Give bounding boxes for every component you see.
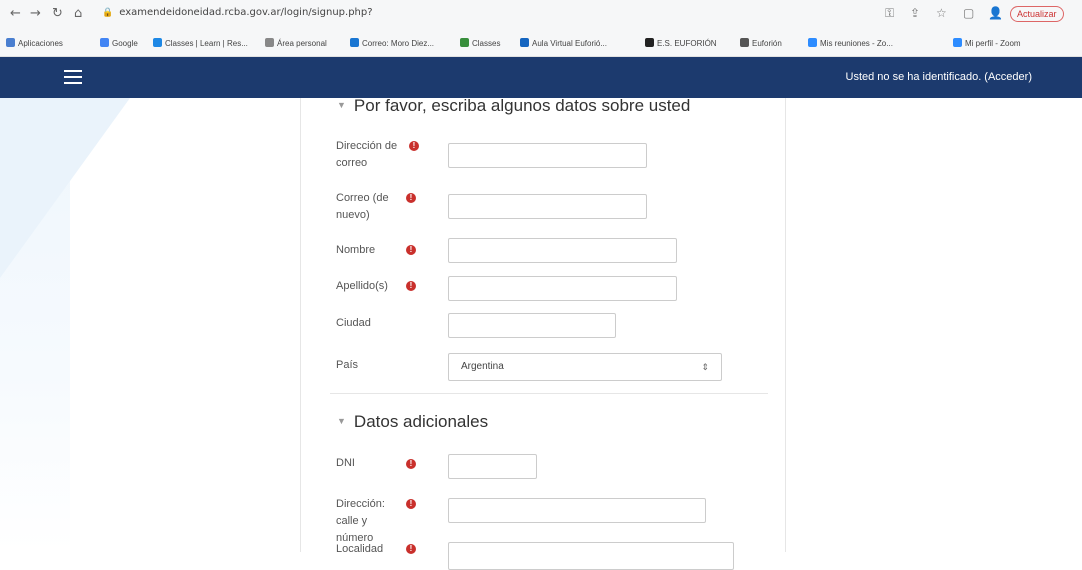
required-icon: ! bbox=[406, 499, 416, 509]
bookmarks-bar: Aplicaciones Google Classes | Learn | Re… bbox=[0, 28, 1082, 57]
back-icon[interactable]: ← bbox=[10, 6, 21, 21]
section-header-personal[interactable]: ▼ Por favor, escriba algunos datos sobre … bbox=[337, 96, 690, 116]
google-icon bbox=[100, 38, 109, 47]
zoom-icon bbox=[808, 38, 817, 47]
bookmark-item[interactable]: Euforión bbox=[740, 38, 782, 48]
classes-icon bbox=[153, 38, 162, 47]
section-header-additional[interactable]: ▼ Datos adicionales bbox=[337, 412, 488, 432]
nombre-field[interactable] bbox=[448, 238, 677, 263]
update-button[interactable]: Actualizar bbox=[1010, 6, 1064, 22]
bookmark-label: Área personal bbox=[277, 39, 327, 48]
classroom-icon bbox=[460, 38, 469, 47]
required-icon: ! bbox=[406, 459, 416, 469]
bookmark-item[interactable]: Mis reuniones - Zo... bbox=[808, 38, 893, 48]
dni-label: DNI bbox=[336, 457, 355, 469]
section-title: Datos adicionales bbox=[353, 412, 489, 431]
pais-value: Argentina bbox=[461, 361, 504, 372]
bookmark-item[interactable]: Correo: Moro Diez... bbox=[350, 38, 434, 48]
email2-label: Correo (de nuevo) bbox=[336, 192, 389, 221]
school-icon bbox=[645, 38, 654, 47]
ciudad-field[interactable] bbox=[448, 313, 616, 338]
bookmark-item[interactable]: Área personal bbox=[265, 38, 327, 48]
localidad-select[interactable] bbox=[448, 542, 734, 570]
section-title: Por favor, escriba algunos datos sobre u… bbox=[353, 96, 691, 115]
apps-icon bbox=[6, 38, 15, 47]
required-icon: ! bbox=[406, 245, 416, 255]
mail-icon bbox=[350, 38, 359, 47]
bookmark-item[interactable]: Classes | Learn | Res... bbox=[153, 38, 248, 48]
menu-icon[interactable] bbox=[64, 70, 82, 84]
apellido-label: Apellido(s) bbox=[336, 280, 388, 292]
section-divider bbox=[330, 393, 768, 394]
required-icon: ! bbox=[406, 281, 416, 291]
direccion-field[interactable] bbox=[448, 498, 706, 523]
zoom-icon bbox=[953, 38, 962, 47]
direccion-label: Dirección: calle y número bbox=[336, 498, 385, 544]
collapse-icon: ▼ bbox=[337, 416, 346, 426]
background-decoration bbox=[0, 98, 130, 278]
star-icon[interactable]: ☆ bbox=[936, 6, 947, 20]
home-icon[interactable]: ⌂ bbox=[74, 6, 82, 21]
dni-field[interactable] bbox=[448, 454, 537, 479]
area-personal-icon bbox=[265, 38, 274, 47]
pais-select[interactable]: Argentina ⇕ bbox=[448, 353, 722, 381]
bookmark-item[interactable]: Classes bbox=[460, 38, 500, 48]
bookmark-label: Aplicaciones bbox=[18, 39, 63, 48]
bookmark-label: Aula Virtual Euforió... bbox=[532, 39, 608, 48]
euforion-icon bbox=[740, 38, 749, 47]
bookmark-label: Mis reuniones - Zo... bbox=[820, 39, 893, 48]
required-icon: ! bbox=[409, 141, 419, 151]
bookmark-item[interactable]: Aplicaciones bbox=[6, 38, 63, 48]
bookmark-label: E.S. EUFORIÓN bbox=[657, 39, 717, 48]
address-text: examendeidoneidad.rcba.gov.ar/login/sign… bbox=[119, 7, 373, 18]
bookmark-item[interactable]: Aula Virtual Euforió... bbox=[520, 38, 607, 48]
forward-icon[interactable]: → bbox=[30, 6, 41, 21]
email2-field[interactable] bbox=[448, 194, 647, 219]
bookmark-label: Correo: Moro Diez... bbox=[362, 39, 435, 48]
share-icon[interactable]: ⇪ bbox=[910, 6, 920, 20]
profile-icon[interactable]: 👤 bbox=[988, 6, 1003, 20]
bookmark-item[interactable]: Mi perfil - Zoom bbox=[953, 38, 1021, 48]
nombre-label: Nombre bbox=[336, 244, 376, 256]
lock-icon: 🔒 bbox=[102, 8, 114, 18]
bookmark-item[interactable]: E.S. EUFORIÓN bbox=[645, 38, 717, 48]
required-icon: ! bbox=[406, 193, 416, 203]
bookmark-label: Euforión bbox=[752, 39, 782, 48]
bookmark-label: Google bbox=[112, 39, 138, 48]
key-icon[interactable]: ⚿ bbox=[885, 6, 894, 21]
email-label: Dirección de correo bbox=[336, 140, 398, 169]
bookmark-label: Classes | Learn | Res... bbox=[165, 39, 248, 48]
browser-url-bar: ← → ↻ ⌂ 🔒 examendeidoneidad.rcba.gov.ar/l… bbox=[0, 0, 1082, 28]
localidad-label: Localidad bbox=[336, 543, 384, 555]
ciudad-label: Ciudad bbox=[336, 317, 371, 329]
bookmark-label: Mi perfil - Zoom bbox=[965, 39, 1021, 48]
bookmark-item[interactable]: Google bbox=[100, 38, 138, 48]
pais-label: País bbox=[336, 359, 359, 371]
collapse-icon: ▼ bbox=[337, 100, 346, 110]
bookmark-label: Classes bbox=[472, 39, 501, 48]
address-field[interactable]: 🔒 examendeidoneidad.rcba.gov.ar/login/sig… bbox=[102, 7, 373, 18]
select-arrows-icon: ⇕ bbox=[701, 362, 709, 372]
apellido-field[interactable] bbox=[448, 276, 677, 301]
aula-virtual-icon bbox=[520, 38, 529, 47]
tab-icon[interactable]: ▢ bbox=[963, 6, 974, 20]
site-navbar: Usted no se ha identificado. (Acceder) bbox=[0, 57, 1082, 98]
email-field[interactable] bbox=[448, 143, 647, 168]
reload-icon[interactable]: ↻ bbox=[52, 6, 63, 21]
required-icon: ! bbox=[406, 544, 416, 554]
login-link[interactable]: Usted no se ha identificado. (Acceder) bbox=[846, 71, 1033, 83]
